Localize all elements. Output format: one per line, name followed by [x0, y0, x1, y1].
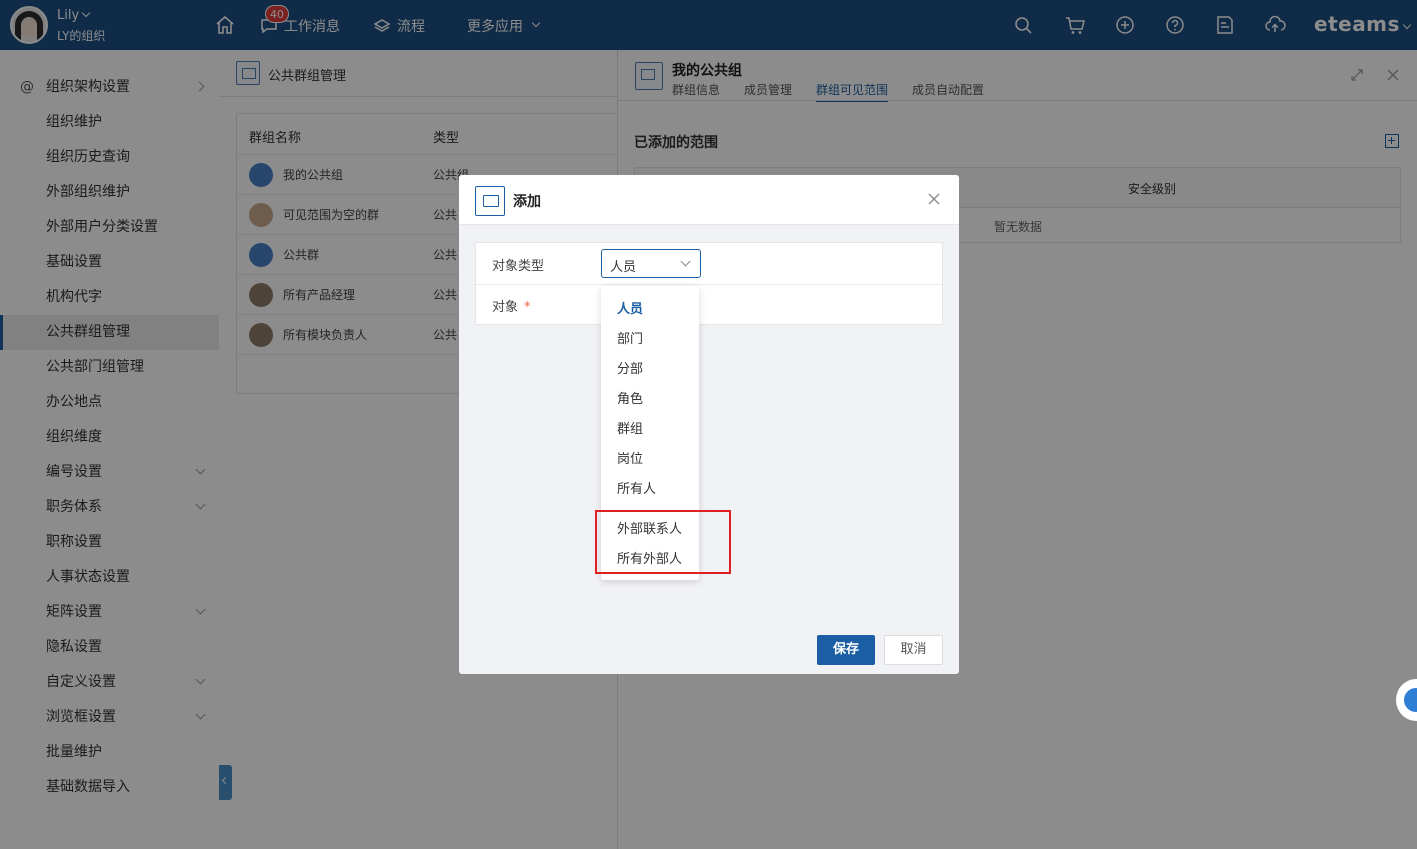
save-button[interactable]: 保存	[817, 635, 875, 665]
option-role[interactable]: 角色	[617, 388, 643, 407]
dialog-title: 添加	[513, 194, 541, 210]
form-divider	[476, 284, 942, 285]
option-subcompany[interactable]: 分部	[617, 358, 643, 377]
option-person[interactable]: 人员	[617, 298, 643, 317]
option-department[interactable]: 部门	[617, 328, 643, 347]
dialog-form: 对象类型 人员 对象 *	[475, 242, 943, 325]
required-mark: *	[524, 300, 531, 315]
chevron-down-icon	[680, 256, 691, 267]
option-position[interactable]: 岗位	[617, 448, 643, 467]
cancel-button[interactable]: 取消	[884, 635, 943, 665]
add-dialog: 添加 对象类型 人员 对象 * 保存 取消	[459, 175, 959, 674]
object-type-value: 人员	[610, 260, 637, 275]
dialog-header: 添加	[459, 175, 959, 225]
object-type-label: 对象类型	[492, 259, 545, 274]
option-everyone[interactable]: 所有人	[617, 478, 656, 497]
highlight-box	[595, 510, 731, 574]
option-group[interactable]: 群组	[617, 418, 643, 437]
dialog-icon	[475, 186, 505, 216]
close-icon[interactable]	[928, 193, 940, 205]
object-type-select[interactable]: 人员	[601, 249, 701, 278]
object-label: 对象 *	[492, 300, 531, 315]
